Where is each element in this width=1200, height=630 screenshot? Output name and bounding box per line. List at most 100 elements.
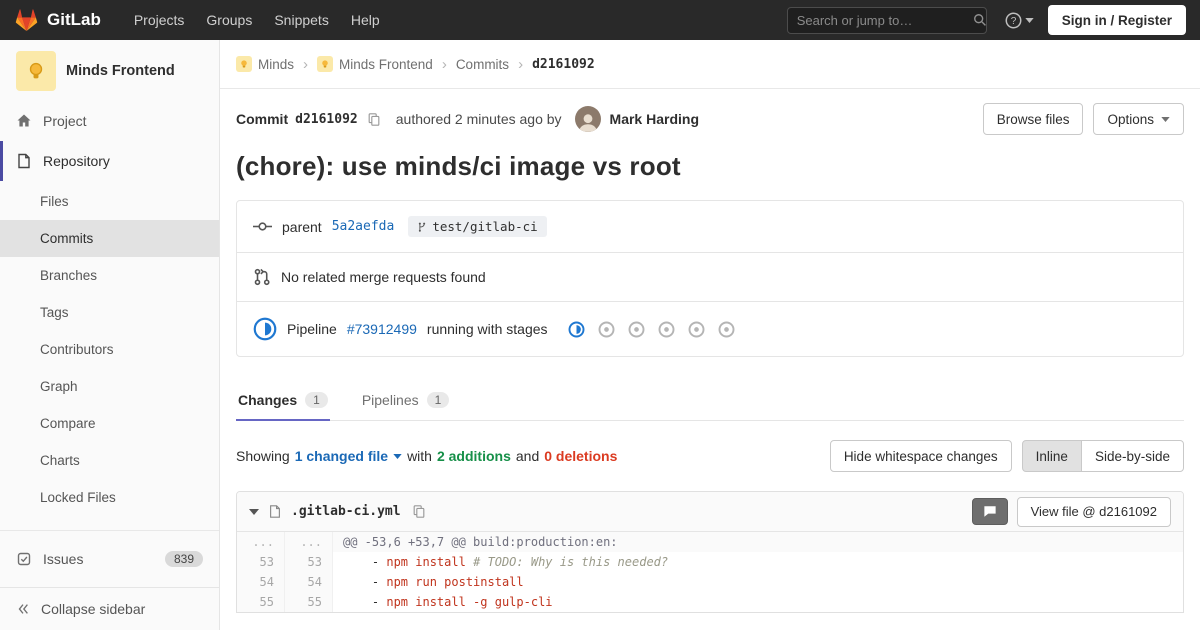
breadcrumb: Minds › Minds Frontend › Commits › d2161… bbox=[220, 40, 1200, 89]
old-line-number[interactable]: 53 bbox=[237, 552, 285, 572]
browse-files-button[interactable]: Browse files bbox=[982, 103, 1084, 135]
branch-ref-pill[interactable]: test/gitlab-ci bbox=[408, 216, 547, 237]
diff-summary-bar: Showing 1 changed file with 2 additions … bbox=[220, 421, 1200, 491]
code-line: - npm install # TODO: Why is this needed… bbox=[343, 555, 669, 569]
code-line: - npm run postinstall bbox=[343, 575, 524, 589]
help-menu[interactable]: ? bbox=[1005, 12, 1034, 29]
commit-title: (chore): use minds/ci image vs root bbox=[236, 151, 681, 181]
old-line-number[interactable]: 54 bbox=[237, 572, 285, 592]
repository-submenu: Files Commits Branches Tags Contributors… bbox=[0, 181, 219, 520]
project-sidebar: Minds Frontend Project Repository Files … bbox=[0, 40, 220, 630]
collapse-label: Collapse sidebar bbox=[41, 601, 146, 617]
pipeline-id-link[interactable]: #73912499 bbox=[347, 321, 417, 337]
view-file-button[interactable]: View file @ d2161092 bbox=[1016, 496, 1171, 527]
author-avatar[interactable] bbox=[574, 106, 601, 132]
sidebar-item-contributors[interactable]: Contributors bbox=[0, 331, 219, 368]
breadcrumb-minds-frontend[interactable]: Minds Frontend bbox=[317, 56, 433, 72]
diff-line: 53 53 - npm install # TODO: Why is this … bbox=[237, 552, 1183, 572]
diff-view-toggle: Inline Side-by-side bbox=[1021, 440, 1184, 472]
sidebar-item-compare[interactable]: Compare bbox=[0, 405, 219, 442]
sidebar-item-charts[interactable]: Charts bbox=[0, 442, 219, 479]
sidebar-item-branches[interactable]: Branches bbox=[0, 257, 219, 294]
parent-sha-link[interactable]: 5a2aefda bbox=[332, 219, 395, 234]
pipeline-running-icon[interactable] bbox=[253, 317, 277, 341]
sidebar-item-label: Issues bbox=[43, 551, 84, 567]
nav-snippets[interactable]: Snippets bbox=[263, 0, 339, 40]
top-navbar: GitLab Projects Groups Snippets Help ? S… bbox=[0, 0, 1200, 40]
collapse-diff-icon[interactable] bbox=[249, 508, 259, 515]
parent-row: parent 5a2aefda test/gitlab-ci bbox=[237, 201, 1183, 252]
stage-created-icon[interactable] bbox=[718, 321, 735, 338]
sidebar-project-link[interactable]: Minds Frontend bbox=[0, 40, 219, 101]
diff-content: ... ... @@ -53,6 +53,7 @@ build:producti… bbox=[237, 532, 1183, 612]
tab-pipelines[interactable]: Pipelines 1 bbox=[360, 379, 452, 421]
home-icon bbox=[16, 113, 32, 129]
changed-files-dropdown[interactable]: 1 changed file bbox=[295, 448, 402, 464]
pipeline-label: Pipeline bbox=[287, 321, 337, 337]
new-line-number: ... bbox=[285, 532, 333, 552]
stage-created-icon[interactable] bbox=[598, 321, 615, 338]
issues-count-badge: 839 bbox=[164, 551, 203, 567]
comment-bubble-icon bbox=[983, 505, 997, 518]
with-label: with bbox=[407, 448, 432, 464]
commit-info-box: parent 5a2aefda test/gitlab-ci No relate… bbox=[236, 200, 1184, 357]
side-by-side-view-button[interactable]: Side-by-side bbox=[1080, 440, 1184, 472]
new-line-number[interactable]: 53 bbox=[285, 552, 333, 572]
stage-created-icon[interactable] bbox=[688, 321, 705, 338]
gitlab-logo[interactable]: GitLab bbox=[14, 8, 101, 32]
breadcrumb-separator: › bbox=[518, 55, 524, 73]
stage-created-icon[interactable] bbox=[628, 321, 645, 338]
showing-label: Showing bbox=[236, 448, 290, 464]
commit-sha: d2161092 bbox=[295, 111, 358, 127]
branch-icon bbox=[417, 221, 427, 233]
tab-changes[interactable]: Changes 1 bbox=[236, 379, 330, 421]
new-line-number[interactable]: 54 bbox=[285, 572, 333, 592]
sidebar-item-tags[interactable]: Tags bbox=[0, 294, 219, 331]
breadcrumb-minds[interactable]: Minds bbox=[236, 56, 294, 72]
old-line-number[interactable]: 55 bbox=[237, 592, 285, 612]
sign-in-button[interactable]: Sign in / Register bbox=[1047, 5, 1186, 35]
commit-label: Commit bbox=[236, 111, 289, 127]
commit-tabs: Changes 1 Pipelines 1 bbox=[236, 379, 1184, 421]
chevron-down-icon bbox=[1161, 116, 1170, 122]
collapse-icon bbox=[16, 602, 30, 616]
stage-created-icon[interactable] bbox=[658, 321, 675, 338]
copy-sha-button[interactable] bbox=[365, 110, 383, 129]
search-input[interactable] bbox=[796, 12, 973, 28]
toggle-comments-button[interactable] bbox=[971, 498, 1008, 525]
nav-projects[interactable]: Projects bbox=[123, 0, 196, 40]
project-avatar bbox=[16, 51, 56, 91]
sidebar-project-name: Minds Frontend bbox=[66, 63, 175, 79]
stage-running-icon[interactable] bbox=[568, 321, 585, 338]
question-icon: ? bbox=[1005, 12, 1022, 29]
global-search[interactable] bbox=[786, 6, 987, 34]
commit-icon bbox=[253, 219, 272, 234]
copy-file-path-button[interactable] bbox=[410, 502, 428, 521]
new-line-number[interactable]: 55 bbox=[285, 592, 333, 612]
sidebar-item-issues[interactable]: Issues 839 bbox=[0, 539, 219, 579]
sidebar-item-locked-files[interactable]: Locked Files bbox=[0, 479, 219, 516]
search-icon bbox=[973, 13, 987, 27]
merge-request-icon bbox=[253, 268, 271, 286]
diff-line: 55 55 - npm install -g gulp-cli bbox=[237, 592, 1183, 612]
nav-groups[interactable]: Groups bbox=[195, 0, 263, 40]
brand-name: GitLab bbox=[47, 10, 101, 29]
sidebar-item-graph[interactable]: Graph bbox=[0, 368, 219, 405]
hide-whitespace-button[interactable]: Hide whitespace changes bbox=[829, 440, 1012, 472]
tanuki-icon bbox=[14, 8, 39, 32]
author-name-link[interactable]: Mark Harding bbox=[610, 111, 699, 127]
and-label: and bbox=[515, 448, 540, 464]
parent-label: parent bbox=[282, 218, 322, 235]
sidebar-item-commits[interactable]: Commits bbox=[0, 220, 219, 257]
collapse-sidebar-button[interactable]: Collapse sidebar bbox=[0, 587, 219, 630]
options-dropdown-button[interactable]: Options bbox=[1093, 103, 1184, 135]
pipelines-count-badge: 1 bbox=[426, 392, 450, 408]
sidebar-item-project[interactable]: Project bbox=[0, 101, 219, 141]
inline-view-button[interactable]: Inline bbox=[1021, 440, 1082, 472]
authored-text: authored 2 minutes ago by bbox=[395, 111, 562, 127]
svg-text:?: ? bbox=[1010, 16, 1016, 27]
breadcrumb-commits[interactable]: Commits bbox=[456, 57, 509, 72]
sidebar-item-files[interactable]: Files bbox=[0, 183, 219, 220]
nav-help[interactable]: Help bbox=[340, 0, 391, 40]
sidebar-item-repository[interactable]: Repository bbox=[0, 141, 219, 181]
